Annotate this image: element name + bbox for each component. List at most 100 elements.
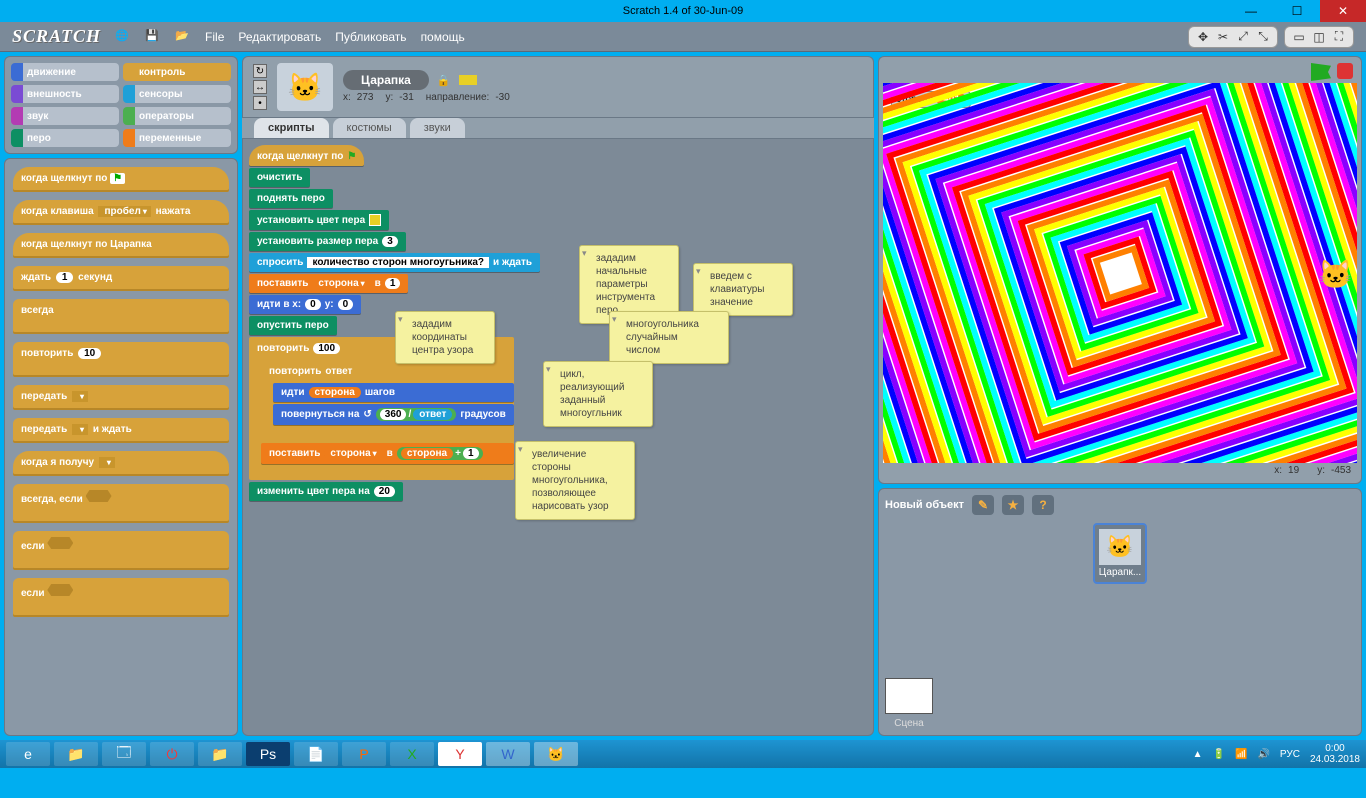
script-area[interactable]: когда щелкнут по ⚑ очистить поднять перо… (242, 138, 874, 736)
chevron-down-icon[interactable]: ▾ (696, 266, 701, 278)
palette-broadcast[interactable]: передать (13, 385, 229, 408)
blk-goto[interactable]: идти в x: 0 y: 0 (249, 295, 361, 314)
taskbar-app2[interactable]: 📄 (294, 742, 338, 766)
tray-volume-icon[interactable]: 🔊 (1257, 749, 1269, 760)
import-sprite-button[interactable]: ★ (1002, 495, 1024, 515)
comment-4[interactable]: ▾зададим координаты центра узора (395, 311, 495, 364)
tab-costumes[interactable]: костюмы (333, 118, 406, 138)
blk-when-flag[interactable]: когда щелкнут по ⚑ (249, 145, 364, 166)
paint-sprite-button[interactable]: ✎ (972, 495, 994, 515)
blk-set-var2[interactable]: поставить сторона в сторона+1 (261, 443, 514, 464)
taskbar-folder2[interactable]: 📁 (198, 742, 242, 766)
cat-motion[interactable]: движение (11, 63, 119, 81)
palette-repeat[interactable]: повторить 10 (13, 342, 229, 375)
cat-control[interactable]: контроль (123, 63, 231, 81)
blk-set-pen-size[interactable]: установить размер пера 3 (249, 232, 406, 251)
taskbar-photoshop[interactable]: Ps (246, 742, 290, 766)
blk-pen-down[interactable]: опустить перо (249, 316, 337, 335)
tray-clock[interactable]: 0:00 24.03.2018 (1310, 743, 1360, 765)
close-button[interactable]: ✕ (1320, 0, 1366, 22)
taskbar-yandex[interactable]: Y (438, 742, 482, 766)
menu-share[interactable]: Публиковать (335, 30, 406, 44)
view-small-icon[interactable]: ▭ (1291, 29, 1307, 45)
palette-if[interactable]: если (13, 531, 229, 568)
globe-icon[interactable]: 🌐 (115, 29, 131, 45)
blk-repeat-inner[interactable]: повторить ответ идти сторона шагов повер… (261, 360, 514, 441)
taskbar-ie[interactable]: e (6, 742, 50, 766)
cat-variables[interactable]: переменные (123, 129, 231, 147)
export-icon[interactable] (459, 75, 477, 85)
taskbar-powerpoint[interactable]: P (342, 742, 386, 766)
chevron-down-icon[interactable]: ▾ (518, 444, 523, 456)
taskbar-app1[interactable]: 🗔 (102, 742, 146, 766)
comment-3[interactable]: ▾многоугольника случайным числом (609, 311, 729, 364)
cut-icon[interactable]: ✂ (1215, 29, 1231, 45)
stop-button[interactable] (1337, 63, 1353, 79)
blk-move[interactable]: идти сторона шагов (273, 383, 514, 402)
palette-broadcast-wait[interactable]: передать и ждать (13, 418, 229, 441)
palette-wait[interactable]: ждать 1 секунд (13, 266, 229, 289)
blk-set-pen-color[interactable]: установить цвет пера (249, 210, 389, 230)
menu-help[interactable]: помощь (421, 30, 465, 44)
taskbar-excel[interactable]: X (390, 742, 434, 766)
chevron-down-icon[interactable]: ▾ (612, 314, 617, 326)
tray-lang[interactable]: РУС (1280, 749, 1300, 760)
taskbar-power[interactable]: ⏻ (150, 742, 194, 766)
blk-turn[interactable]: повернуться на ↺ 360/ответ градусов (273, 404, 514, 425)
menu-file[interactable]: File (205, 30, 224, 44)
taskbar-explorer[interactable]: 📁 (54, 742, 98, 766)
green-flag-button[interactable] (1311, 63, 1331, 81)
palette-forever[interactable]: всегда (13, 299, 229, 332)
chevron-down-icon[interactable]: ▾ (582, 248, 587, 260)
cat-pen[interactable]: перо (11, 129, 119, 147)
chevron-down-icon[interactable]: ▾ (546, 364, 551, 376)
save-icon[interactable]: 💾 (145, 29, 161, 45)
tray-flag-icon[interactable]: ▲ (1193, 749, 1203, 760)
stamp-icon[interactable]: ✥ (1195, 29, 1211, 45)
palette-when-flag[interactable]: когда щелкнут по ⚑ (13, 167, 229, 190)
sprite-item[interactable]: 🐱 Царапк... (1093, 523, 1147, 584)
stage-thumbnail[interactable]: Сцена (885, 678, 933, 729)
random-sprite-button[interactable]: ? (1032, 495, 1054, 515)
blk-change-pen-color[interactable]: изменить цвет пера на 20 (249, 482, 403, 501)
blk-pen-up[interactable]: поднять перо (249, 189, 333, 208)
palette-when-key[interactable]: когда клавиша пробел нажата (13, 200, 229, 223)
rotate-none-icon[interactable]: • (253, 96, 267, 110)
blk-clear[interactable]: очистить (249, 168, 310, 187)
grow-icon[interactable]: ⤢ (1235, 29, 1251, 45)
maximize-button[interactable]: ☐ (1274, 0, 1320, 22)
rotate-free-icon[interactable]: ↻ (253, 64, 267, 78)
lock-icon[interactable]: 🔒 (437, 74, 451, 87)
palette-when-receive[interactable]: когда я получу (13, 451, 229, 474)
stage[interactable]: сторона 401 🐱 (883, 83, 1357, 463)
palette-if2[interactable]: если (13, 578, 229, 615)
view-normal-icon[interactable]: ◫ (1311, 29, 1327, 45)
palette-forever-if[interactable]: всегда, если (13, 484, 229, 521)
cat-sound[interactable]: звук (11, 107, 119, 125)
chevron-down-icon[interactable]: ▾ (398, 314, 403, 326)
cat-operators[interactable]: операторы (123, 107, 231, 125)
shrink-icon[interactable]: ⤡ (1255, 29, 1271, 45)
palette-when-sprite[interactable]: когда щелкнут по Царапка (13, 233, 229, 256)
view-full-icon[interactable]: ⛶ (1331, 29, 1347, 45)
taskbar-word[interactable]: W (486, 742, 530, 766)
sprite-name[interactable]: Царапка (343, 70, 429, 90)
comment-6[interactable]: ▾увеличение стороны многоугольника, позв… (515, 441, 635, 520)
menu-edit[interactable]: Редактировать (238, 30, 321, 44)
open-icon[interactable]: 📂 (175, 29, 191, 45)
comment-5[interactable]: ▾цикл, реализующий заданный многоугльник (543, 361, 653, 427)
tab-sounds[interactable]: звуки (410, 118, 465, 138)
blk-set-var[interactable]: поставить сторона в 1 (249, 274, 408, 293)
cat-sensing[interactable]: сенсоры (123, 85, 231, 103)
tray-network-icon[interactable]: 📶 (1235, 749, 1247, 760)
tray-battery-icon[interactable]: 🔋 (1213, 749, 1225, 760)
cat-looks[interactable]: внешность (11, 85, 119, 103)
ccw-icon: ↺ (363, 409, 371, 420)
sprite-on-stage[interactable]: 🐱 (1318, 258, 1353, 291)
tab-scripts[interactable]: скрипты (254, 118, 329, 138)
taskbar-scratch[interactable]: 🐱 (534, 742, 578, 766)
rotate-flip-icon[interactable]: ↔ (253, 80, 267, 94)
comment-2[interactable]: ▾введем с клавиатуры значение (693, 263, 793, 316)
minimize-button[interactable]: — (1228, 0, 1274, 22)
blk-ask[interactable]: спросить количество сторон многоугьника?… (249, 253, 540, 272)
